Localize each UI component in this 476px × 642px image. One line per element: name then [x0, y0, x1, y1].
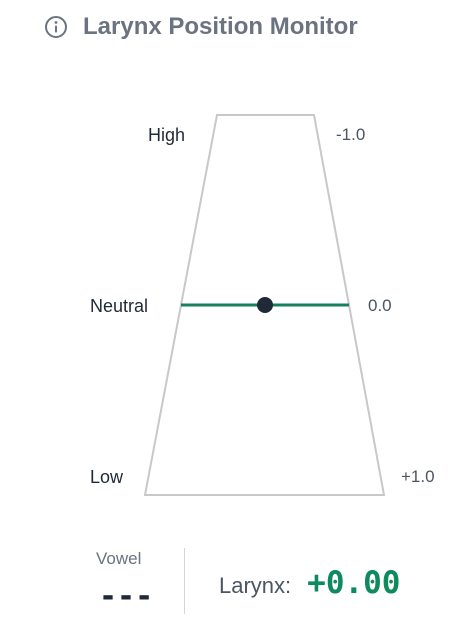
footer-divider: [184, 548, 185, 614]
label-high: High: [148, 125, 186, 145]
larynx-gauge: High Neutral Low -1.0 0.0 +1.0: [0, 0, 476, 540]
scale-middle-value: 0.0: [368, 296, 392, 315]
scale-bottom-value: +1.0: [401, 467, 435, 486]
position-indicator-dot: [257, 297, 273, 313]
vowel-value: ---: [99, 579, 154, 614]
gauge-svg: [143, 114, 386, 496]
larynx-label: Larynx:: [219, 573, 292, 598]
larynx-value: +0.00: [307, 565, 401, 601]
larynx-readout: Larynx: +0.00: [219, 565, 400, 601]
label-neutral: Neutral: [90, 296, 149, 316]
vowel-label: Vowel: [96, 549, 142, 568]
scale-top-value: -1.0: [336, 125, 366, 144]
label-low: Low: [90, 467, 124, 487]
